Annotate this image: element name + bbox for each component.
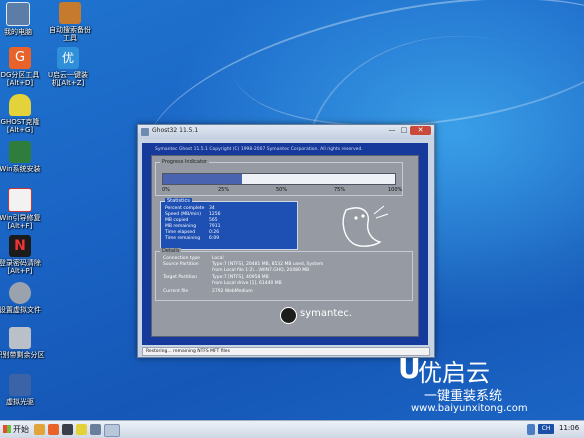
- stat-label: Percent complete: [165, 206, 205, 211]
- progress-tick: 0%: [162, 187, 170, 193]
- desktop-icon-my-computer[interactable]: 我的电脑: [0, 2, 44, 36]
- desktop-icon-ghost[interactable]: GHOST克隆 [Alt+G]: [0, 94, 46, 134]
- statistics-title: Statistics: [165, 198, 192, 204]
- detail-label: Target Partition: [163, 275, 198, 280]
- taskbar-explorer-icon[interactable]: [34, 424, 45, 435]
- tray-clock[interactable]: 11:06: [559, 424, 579, 432]
- diskgenius-icon: G: [9, 47, 31, 69]
- desktop-icon-virtual-file[interactable]: 设置虚拟文件: [0, 282, 46, 314]
- windows-logo-icon: [3, 425, 11, 433]
- desktop-icon-win-install[interactable]: Win系统安装: [0, 141, 46, 173]
- detail-value: Type:7 [NTFS], 20481 MB, 8532 MB used, S…: [212, 262, 324, 267]
- tray-language-indicator[interactable]: CH: [538, 424, 554, 434]
- desktop-icon-onekey-install[interactable]: 优 U启云一键装 机[Alt+Z]: [42, 47, 94, 87]
- onekey-install-icon: 优: [57, 47, 79, 69]
- progress-bar-fill: [163, 174, 242, 184]
- taskbar-ghost-icon[interactable]: [76, 424, 87, 435]
- desktop-icon-boot-repair[interactable]: Win引导修复 [Alt+F]: [0, 188, 46, 230]
- desktop-icon-partition[interactable]: 识别带剩余分区: [0, 327, 46, 359]
- window-title: Ghost32 11.5.1: [152, 127, 199, 134]
- stat-label: Time elapsed: [165, 230, 196, 235]
- win-install-icon: [9, 141, 31, 163]
- detail-value: from Local file 1:2\...\WIN7.GHO, 20480 …: [212, 268, 310, 273]
- ghost-client-area: Symantec Ghost 11.5.1 Copyright (C) 1998…: [142, 143, 428, 345]
- ghost-mascot-icon: [342, 205, 389, 247]
- ghost-header-text: Symantec Ghost 11.5.1 Copyright (C) 1998…: [155, 147, 363, 152]
- watermark-brand: 优启云: [418, 359, 490, 387]
- tray-network-icon[interactable]: [527, 424, 535, 435]
- virtual-drive-icon: [9, 374, 31, 396]
- close-button[interactable]: ✕: [410, 126, 431, 135]
- desktop-icon-dg-partition[interactable]: G DG分区工具 [Alt+D]: [0, 47, 46, 87]
- desktop-icon-ghost-search[interactable]: 自动搜索备份 工具: [44, 2, 96, 42]
- taskbar-dg-icon[interactable]: [48, 424, 59, 435]
- stat-value: 34: [209, 206, 215, 211]
- stat-label: MB copied: [165, 218, 189, 223]
- virtual-file-icon: [9, 282, 31, 304]
- detail-value: 2792 WebMedium: [212, 289, 253, 294]
- stat-value: 565: [209, 218, 218, 223]
- detail-value: Local: [212, 256, 224, 261]
- progress-bar: [162, 173, 396, 185]
- progress-group: Progress Indicator 0% 25% 50% 75% 100%: [155, 159, 403, 196]
- details-title: Details: [160, 248, 182, 254]
- ghost-app-icon: [141, 128, 149, 136]
- progress-tick: 50%: [276, 187, 288, 193]
- ghost-panel: Progress Indicator 0% 25% 50% 75% 100% S…: [151, 155, 419, 337]
- window-titlebar[interactable]: Ghost32 11.5.1 — □ ✕: [138, 125, 434, 139]
- watermark-tagline: 一键重装系统: [424, 389, 503, 404]
- detail-label: Connection type: [163, 256, 200, 261]
- taskbar-cmd-icon[interactable]: [62, 424, 73, 435]
- taskbar-app-icon[interactable]: [90, 424, 101, 435]
- start-label: 开始: [13, 425, 29, 434]
- stat-value: 1256: [209, 212, 221, 217]
- detail-value: Type:7 [NTFS], 40958 MB: [212, 275, 269, 280]
- statistics-panel: Statistics Percent complete 34 Speed (MB…: [160, 198, 298, 250]
- maximize-button[interactable]: □: [398, 126, 410, 135]
- ghost-icon: [9, 94, 31, 116]
- progress-tick: 75%: [334, 187, 346, 193]
- computer-icon: [6, 2, 30, 26]
- status-bar: Restoring... remaining NTFS MFT files: [142, 347, 430, 356]
- stat-label: Time remaining: [165, 236, 201, 241]
- stat-label: Speed (MB/min): [165, 212, 202, 217]
- stat-value: 7911: [209, 224, 221, 229]
- details-group: Details Connection type Local Source Par…: [155, 248, 413, 301]
- desktop-icon-virtual-drive[interactable]: 虚拟光驱: [0, 374, 46, 406]
- start-button[interactable]: 开始: [1, 422, 31, 436]
- watermark-url: www.baiyunxitong.com: [411, 403, 528, 414]
- ghost-window: Ghost32 11.5.1 — □ ✕ Symantec Ghost 11.5…: [137, 124, 435, 358]
- detail-label: Current file: [163, 289, 189, 294]
- stat-value: 0:26: [209, 230, 220, 235]
- password-clear-icon: N: [9, 235, 31, 257]
- detail-value: from Local drive [1], 61440 MB: [212, 281, 282, 286]
- partition-icon: [9, 327, 31, 349]
- ghost-search-icon: [59, 2, 81, 24]
- symantec-wordmark: symantec.: [300, 308, 353, 319]
- status-text: Restoring... remaining NTFS MFT files: [146, 349, 230, 354]
- taskbar-window-button[interactable]: [104, 424, 120, 437]
- desktop-icon-password-clear[interactable]: N 登录密码清除 [Alt+P]: [0, 235, 46, 275]
- minimize-button[interactable]: —: [386, 126, 398, 135]
- detail-label: Source Partition: [163, 262, 199, 267]
- stat-value: 6:09: [209, 236, 220, 241]
- boot-repair-icon: [8, 188, 32, 212]
- stat-label: MB remaining: [165, 224, 197, 229]
- taskbar: 开始 CH 11:06: [0, 420, 584, 438]
- symantec-logo-icon: [280, 307, 297, 324]
- progress-tick: 25%: [218, 187, 230, 193]
- progress-tick: 100%: [388, 187, 403, 193]
- progress-group-title: Progress Indicator: [160, 159, 210, 165]
